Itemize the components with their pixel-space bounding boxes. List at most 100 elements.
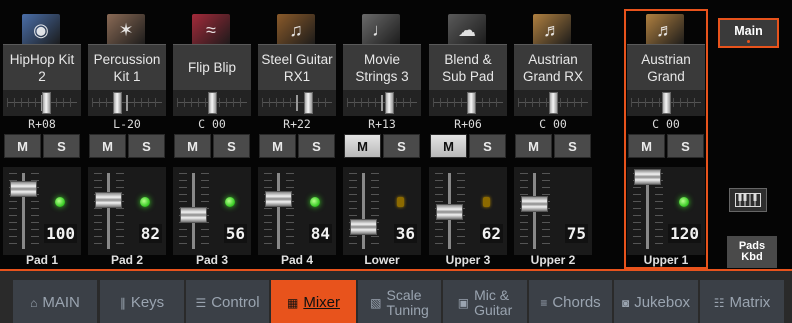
solo-button[interactable]: S — [298, 134, 335, 158]
sound-name[interactable]: Austrian Grand — [627, 44, 705, 90]
fader-handle[interactable] — [521, 196, 548, 213]
mute-button[interactable]: M — [430, 134, 467, 158]
pan-handle[interactable] — [467, 92, 476, 114]
mixer-icon: ▦ — [286, 295, 299, 310]
tab-mic[interactable]: ▣ Mic & Guitar — [443, 280, 527, 323]
instrument-thumbnail[interactable]: ◉ — [22, 14, 60, 46]
solo-button[interactable]: S — [383, 134, 420, 158]
activity-led — [679, 197, 689, 207]
instrument-thumbnail[interactable]: ♩ — [362, 14, 400, 46]
tab-label-line1: Scale — [386, 286, 422, 303]
pan-slider[interactable] — [627, 90, 705, 116]
activity-led — [140, 197, 150, 207]
channel-label: Pad 4 — [280, 253, 313, 267]
fader-handle[interactable] — [180, 207, 207, 224]
instrument-thumbnail[interactable]: ☁ — [448, 14, 486, 46]
mute-button[interactable]: M — [4, 134, 41, 158]
pan-handle[interactable] — [113, 92, 122, 114]
sound-name-text: Austrian Grand — [641, 51, 691, 84]
pan-handle[interactable] — [549, 92, 558, 114]
pan-handle[interactable] — [42, 92, 51, 114]
main-indicator — [747, 39, 750, 43]
piano-keys-icon: ∥ — [119, 295, 126, 310]
sound-name[interactable]: Movie Strings 3 — [343, 44, 421, 90]
volume-fader[interactable]: 56 — [173, 167, 251, 255]
pan-center-mark — [296, 95, 298, 111]
solo-button[interactable]: S — [128, 134, 165, 158]
tab-mixer[interactable]: ▦ Mixer — [271, 280, 356, 323]
pan-slider[interactable] — [429, 90, 507, 116]
tab-label: Keys — [130, 294, 165, 311]
pan-slider[interactable] — [173, 90, 251, 116]
volume-fader[interactable]: 120 — [627, 167, 705, 255]
solo-button[interactable]: S — [667, 134, 704, 158]
fader-scale-right — [116, 173, 124, 249]
pan-handle[interactable] — [384, 92, 394, 114]
pan-handle[interactable] — [208, 92, 217, 114]
volume-fader[interactable]: 84 — [258, 167, 336, 255]
tab-keys[interactable]: ∥ Keys — [100, 280, 184, 323]
main-button[interactable]: Main — [718, 18, 779, 48]
mute-button[interactable]: M — [174, 134, 211, 158]
instrument-thumbnail[interactable]: ♬ — [533, 14, 571, 46]
solo-button[interactable]: S — [554, 134, 591, 158]
tab-scale[interactable]: ▧ Scale Tuning — [358, 280, 441, 323]
solo-button[interactable]: S — [213, 134, 250, 158]
sound-name[interactable]: Austrian Grand RX — [514, 44, 592, 90]
sound-name[interactable]: HipHop Kit 2 — [3, 44, 81, 90]
fader-handle[interactable] — [350, 219, 377, 236]
sound-name[interactable]: Blend & Sub Pad — [429, 44, 507, 90]
instrument-thumbnail[interactable]: ♬ — [646, 14, 684, 46]
tab-control[interactable]: ☰ Control — [186, 280, 269, 323]
fader-handle[interactable] — [265, 190, 292, 207]
sound-name[interactable]: Flip Blip — [173, 44, 251, 90]
pan-slider[interactable] — [258, 90, 336, 116]
mute-button[interactable]: M — [628, 134, 665, 158]
solo-button[interactable]: S — [469, 134, 506, 158]
instrument-thumbnail[interactable]: ✶ — [107, 14, 145, 46]
sound-name[interactable]: Percussion Kit 1 — [88, 44, 166, 90]
percussion-icon: ✶ — [118, 19, 134, 40]
pan-handle[interactable] — [304, 92, 313, 114]
sound-name-text: Movie Strings 3 — [355, 51, 409, 84]
mixer-screen: ◉ HipHop Kit 2 R+08 M S 100 Pad 1 ✶ Percussion K… — [0, 0, 792, 323]
pan-handle[interactable] — [662, 92, 671, 114]
volume-fader[interactable]: 62 — [429, 167, 507, 255]
fader-handle[interactable] — [10, 181, 37, 198]
pan-center-mark — [381, 95, 383, 111]
pan-slider[interactable] — [88, 90, 166, 116]
channel-label: Lower — [364, 253, 400, 267]
synth-icon: ≈ — [206, 19, 216, 40]
drum-kit-icon: ◉ — [33, 19, 49, 40]
pan-slider[interactable] — [3, 90, 81, 116]
fader-handle[interactable] — [436, 203, 463, 220]
tab-label: MAIN — [42, 294, 80, 311]
mute-button[interactable]: M — [344, 134, 381, 158]
volume-fader[interactable]: 36 — [343, 167, 421, 255]
volume-fader[interactable]: 75 — [514, 167, 592, 255]
keyboard-button[interactable] — [729, 188, 767, 212]
tab-matrix[interactable]: ☷ Matrix — [700, 280, 784, 323]
mute-button[interactable]: M — [259, 134, 296, 158]
instrument-thumbnail[interactable]: ≈ — [192, 14, 230, 46]
activity-led — [397, 197, 404, 207]
fader-scale-left — [264, 173, 272, 249]
pan-slider[interactable] — [343, 90, 421, 116]
mute-button[interactable]: M — [515, 134, 552, 158]
volume-fader[interactable]: 82 — [88, 167, 166, 255]
tab-main[interactable]: ⌂ MAIN — [13, 280, 97, 323]
scale-icon: ▧ — [370, 295, 382, 310]
fader-handle[interactable] — [95, 191, 122, 208]
mute-button[interactable]: M — [89, 134, 126, 158]
pan-slider[interactable] — [514, 90, 592, 116]
volume-fader[interactable]: 100 — [3, 167, 81, 255]
tab-jukebox[interactable]: ◙ Jukebox — [614, 280, 698, 323]
pads-kbd-button[interactable]: Pads Kbd — [727, 236, 777, 268]
pan-value: C 00 — [652, 117, 680, 131]
instrument-thumbnail[interactable]: ♫ — [277, 14, 315, 46]
fader-handle[interactable] — [634, 169, 661, 186]
sound-name-text: Steel Guitar RX1 — [261, 51, 333, 84]
sound-name[interactable]: Steel Guitar RX1 — [258, 44, 336, 90]
tab-chords[interactable]: ≡ Chords — [529, 280, 612, 323]
solo-button[interactable]: S — [43, 134, 80, 158]
